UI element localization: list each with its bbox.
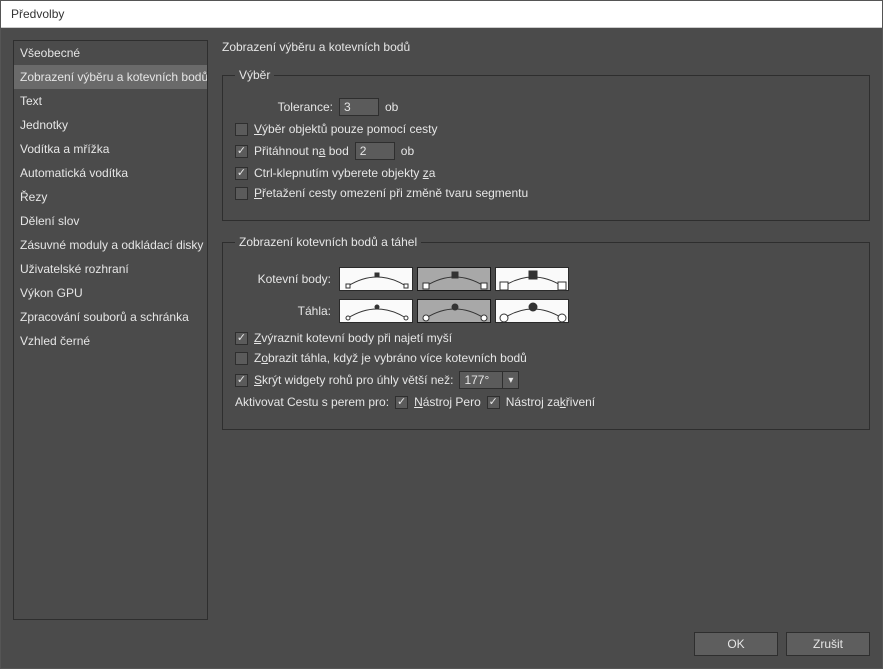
sidebar-item[interactable]: Všeobecné <box>14 41 207 65</box>
path-only-row: Výběr objektů pouze pomocí cesty <box>235 122 857 136</box>
anchors-group: Zobrazení kotevních bodů a táhel Kotevní… <box>222 235 870 430</box>
sidebar-item[interactable]: Řezy <box>14 185 207 209</box>
snap-label[interactable]: Přitáhnout na bod <box>254 144 349 158</box>
highlight-label[interactable]: Zvýraznit kotevní body při najetí myší <box>254 331 452 345</box>
selection-group: Výběr Tolerance: ob Výběr objektů pouze … <box>222 68 870 221</box>
tolerance-row: Tolerance: ob <box>261 98 857 116</box>
sidebar-item[interactable]: Vzhled černé <box>14 329 207 353</box>
ctrlclick-label[interactable]: Ctrl-klepnutím vyberete objekty za <box>254 166 435 180</box>
category-sidebar: VšeobecnéZobrazení výběru a kotevních bo… <box>13 40 208 620</box>
ctrlclick-checkbox[interactable] <box>235 167 248 180</box>
drag-constrain-checkbox[interactable] <box>235 187 248 200</box>
rb-curve-label[interactable]: Nástroj zakřivení <box>506 395 595 409</box>
sidebar-item[interactable]: Text <box>14 89 207 113</box>
content-pane: Zobrazení výběru a kotevních bodů Výběr … <box>222 40 870 620</box>
showhandles-checkbox[interactable] <box>235 352 248 365</box>
hidecorner-angle-input[interactable] <box>459 371 503 389</box>
rb-pen-checkbox[interactable] <box>395 396 408 409</box>
tolerance-input[interactable] <box>339 98 379 116</box>
drag-constrain-label[interactable]: Přetažení cesty omezení při změně tvaru … <box>254 186 528 200</box>
cancel-button[interactable]: Zrušit <box>786 632 870 656</box>
sidebar-item[interactable]: Uživatelské rozhraní <box>14 257 207 281</box>
sidebar-item[interactable]: Zpracování souborů a schránka <box>14 305 207 329</box>
hidecorner-angle-dropdown[interactable] <box>503 371 519 389</box>
handles-size-label: Táhla: <box>235 304 331 318</box>
hidecorner-row: Skrýt widgety rohů pro úhly větší než: <box>235 371 857 389</box>
sidebar-item[interactable]: Zobrazení výběru a kotevních bodů <box>14 65 207 89</box>
rb-pen-label[interactable]: Nástroj Pero <box>414 395 481 409</box>
anchor-size-option[interactable] <box>417 267 491 291</box>
path-only-checkbox[interactable] <box>235 123 248 136</box>
snap-row: Přitáhnout na bod ob <box>235 142 857 160</box>
dialog-buttons: OK Zrušit <box>13 620 870 656</box>
rb-curve-checkbox[interactable] <box>487 396 500 409</box>
tolerance-unit: ob <box>385 100 398 114</box>
sidebar-item[interactable]: Vodítka a mřížka <box>14 137 207 161</box>
anchor-size-row: Kotevní body: <box>235 267 857 291</box>
sidebar-item[interactable]: Automatická vodítka <box>14 161 207 185</box>
snap-input[interactable] <box>355 142 395 160</box>
hidecorner-checkbox[interactable] <box>235 374 248 387</box>
sidebar-item[interactable]: Výkon GPU <box>14 281 207 305</box>
rubberband-label: Aktivovat Cestu s perem pro: <box>235 395 389 409</box>
titlebar: Předvolby <box>1 1 882 28</box>
highlight-checkbox[interactable] <box>235 332 248 345</box>
snap-checkbox[interactable] <box>235 145 248 158</box>
sidebar-item[interactable]: Dělení slov <box>14 209 207 233</box>
drag-constrain-row: Přetažení cesty omezení při změně tvaru … <box>235 186 857 200</box>
anchor-size-options <box>339 267 569 291</box>
content-heading: Zobrazení výběru a kotevních bodů <box>222 40 870 54</box>
anchors-legend: Zobrazení kotevních bodů a táhel <box>235 235 421 249</box>
anchor-size-option[interactable] <box>495 267 569 291</box>
snap-unit: ob <box>401 144 414 158</box>
hidecorner-label[interactable]: Skrýt widgety rohů pro úhly větší než: <box>254 373 453 387</box>
anchor-size-option[interactable] <box>339 267 413 291</box>
selection-legend: Výběr <box>235 68 274 82</box>
highlight-row: Zvýraznit kotevní body při najetí myší <box>235 331 857 345</box>
sidebar-item[interactable]: Jednotky <box>14 113 207 137</box>
ok-button[interactable]: OK <box>694 632 778 656</box>
ctrlclick-row: Ctrl-klepnutím vyberete objekty za <box>235 166 857 180</box>
handles-size-options <box>339 299 569 323</box>
path-only-label[interactable]: Výběr objektů pouze pomocí cesty <box>254 122 437 136</box>
window-title: Předvolby <box>11 7 64 21</box>
showhandles-row: Zobrazit táhla, když je vybráno více kot… <box>235 351 857 365</box>
preferences-window: Předvolby VšeobecnéZobrazení výběru a ko… <box>0 0 883 669</box>
sidebar-item[interactable]: Zásuvné moduly a odkládací disky <box>14 233 207 257</box>
tolerance-label: Tolerance: <box>261 100 333 114</box>
handles-size-row: Táhla: <box>235 299 857 323</box>
rubberband-row: Aktivovat Cestu s perem pro: Nástroj Per… <box>235 395 857 409</box>
handles-size-option[interactable] <box>417 299 491 323</box>
handles-size-option[interactable] <box>339 299 413 323</box>
dialog-body: VšeobecnéZobrazení výběru a kotevních bo… <box>1 28 882 668</box>
handles-size-option[interactable] <box>495 299 569 323</box>
showhandles-label[interactable]: Zobrazit táhla, když je vybráno více kot… <box>254 351 527 365</box>
anchor-size-label: Kotevní body: <box>235 272 331 286</box>
